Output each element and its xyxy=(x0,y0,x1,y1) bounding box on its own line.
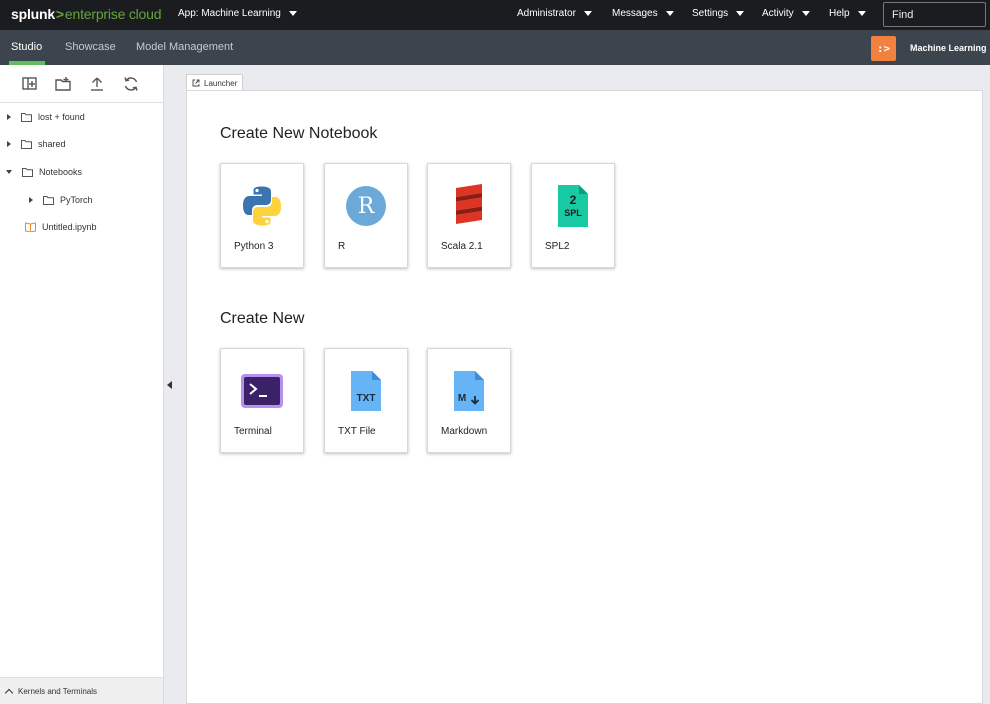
file-browser-toolbar xyxy=(0,65,163,103)
upload-icon[interactable] xyxy=(89,76,105,92)
administrator-menu-label: Administrator xyxy=(517,8,576,19)
settings-menu[interactable]: Settings xyxy=(692,8,745,19)
terminal-icon xyxy=(240,369,284,413)
spl2-icon-number: 2 xyxy=(569,193,577,207)
messages-menu-label: Messages xyxy=(612,8,658,19)
python-icon xyxy=(240,184,284,228)
activity-menu[interactable]: Activity xyxy=(762,8,810,19)
chevron-up-icon xyxy=(4,688,14,697)
tab-studio[interactable]: Studio xyxy=(11,41,42,53)
folder-icon xyxy=(21,112,32,122)
external-link-icon xyxy=(192,79,200,87)
card-label: TXT File xyxy=(338,426,376,437)
tree-item-label: Untitled.ipynb xyxy=(42,222,97,232)
launch-terminal-card[interactable]: Terminal xyxy=(220,348,304,453)
logo-brand: splunk xyxy=(11,6,55,22)
tree-item-lost-found[interactable]: lost + found xyxy=(7,110,85,124)
logo-chevron: > xyxy=(55,6,64,22)
settings-menu-label: Settings xyxy=(692,8,729,19)
chevron-down-icon xyxy=(288,11,297,16)
tree-item-label: Notebooks xyxy=(39,167,83,177)
section-title-other: Create New xyxy=(220,310,305,327)
tree-item-label: lost + found xyxy=(38,112,85,122)
r-icon-glyph: R xyxy=(357,193,375,219)
launch-spl2-card[interactable]: 2 SPL SPL2 xyxy=(531,163,615,268)
notebook-icon xyxy=(25,222,36,232)
chevron-down-icon xyxy=(583,11,592,16)
kernels-terminals-panel-toggle[interactable]: Kernels and Terminals xyxy=(0,677,163,704)
launch-r-card[interactable]: R R xyxy=(324,163,408,268)
splunk-logo[interactable]: splunk>enterprise cloud xyxy=(11,6,162,22)
txt-file-icon: TXT xyxy=(344,369,388,413)
tree-item-untitled-ipynb[interactable]: Untitled.ipynb xyxy=(25,220,97,234)
find-input[interactable] xyxy=(883,2,986,27)
refresh-icon[interactable] xyxy=(123,76,139,92)
markdown-icon-text: M xyxy=(457,393,467,404)
file-browser: lost + found shared Notebooks PyTorch Un… xyxy=(0,65,164,704)
folder-icon xyxy=(22,167,33,177)
tree-item-label: PyTorch xyxy=(60,195,93,205)
card-label: Markdown xyxy=(441,426,488,437)
card-label: Scala 2.1 xyxy=(441,241,483,252)
help-menu[interactable]: Help xyxy=(829,8,866,19)
kernels-terminals-label: Kernels and Terminals xyxy=(18,686,98,696)
tree-item-pytorch[interactable]: PyTorch xyxy=(29,193,93,207)
folder-icon xyxy=(21,139,32,149)
spl2-icon-text: SPL xyxy=(564,208,582,218)
card-label: SPL2 xyxy=(545,241,570,252)
app-menu[interactable]: App: Machine Learning xyxy=(178,8,297,19)
tree-item-shared[interactable]: shared xyxy=(7,137,66,151)
help-menu-label: Help xyxy=(829,8,850,19)
app-menu-label: App: Machine Learning xyxy=(178,8,281,19)
folder-icon xyxy=(43,195,54,205)
messages-menu[interactable]: Messages xyxy=(612,8,674,19)
chevron-down-icon xyxy=(857,11,866,16)
tab-model-management[interactable]: Model Management xyxy=(136,41,233,53)
tree-item-label: shared xyxy=(38,139,66,149)
expand-arrow-icon xyxy=(7,141,11,147)
launch-markdown-card[interactable]: M Markdown xyxy=(427,348,511,453)
txt-file-icon-text: TXT xyxy=(356,393,376,404)
tab-showcase[interactable]: Showcase xyxy=(65,41,116,53)
launch-scala-card[interactable]: Scala 2.1 xyxy=(427,163,511,268)
global-header: splunk>enterprise cloud App: Machine Lea… xyxy=(0,0,990,30)
markdown-icon: M xyxy=(447,369,491,413)
section-title-notebook: Create New Notebook xyxy=(220,125,378,142)
card-label: Terminal xyxy=(234,426,272,437)
app-title: Machine Learning xyxy=(910,43,987,53)
tab-launcher[interactable]: Launcher xyxy=(186,74,243,91)
r-icon: R xyxy=(344,184,388,228)
chevron-down-icon xyxy=(736,11,745,16)
activity-menu-label: Activity xyxy=(762,8,794,19)
launcher-panel: Create New Notebook Python 3 R R Scala 2… xyxy=(186,90,983,704)
launch-txt-file-card[interactable]: TXT TXT File xyxy=(324,348,408,453)
machine-learning-app-icon: :> xyxy=(871,36,896,61)
tree-item-notebooks[interactable]: Notebooks xyxy=(6,165,82,179)
scala-icon xyxy=(447,184,491,228)
expand-arrow-icon xyxy=(29,197,33,203)
new-launcher-icon[interactable] xyxy=(22,76,38,92)
card-label: Python 3 xyxy=(234,241,274,252)
logo-product: enterprise cloud xyxy=(64,6,162,22)
new-folder-icon[interactable] xyxy=(55,76,71,92)
administrator-menu[interactable]: Administrator xyxy=(517,8,592,19)
collapse-sidebar-icon[interactable] xyxy=(167,381,172,389)
chevron-down-icon xyxy=(801,11,810,16)
tab-launcher-label: Launcher xyxy=(204,78,238,88)
chevron-down-icon xyxy=(665,11,674,16)
launch-python3-card[interactable]: Python 3 xyxy=(220,163,304,268)
collapse-arrow-icon xyxy=(6,170,12,174)
spl2-icon: 2 SPL xyxy=(551,184,595,228)
card-label: R xyxy=(338,241,346,252)
expand-arrow-icon xyxy=(7,114,11,120)
app-bar: Studio Showcase Model Management :> Mach… xyxy=(0,30,990,65)
